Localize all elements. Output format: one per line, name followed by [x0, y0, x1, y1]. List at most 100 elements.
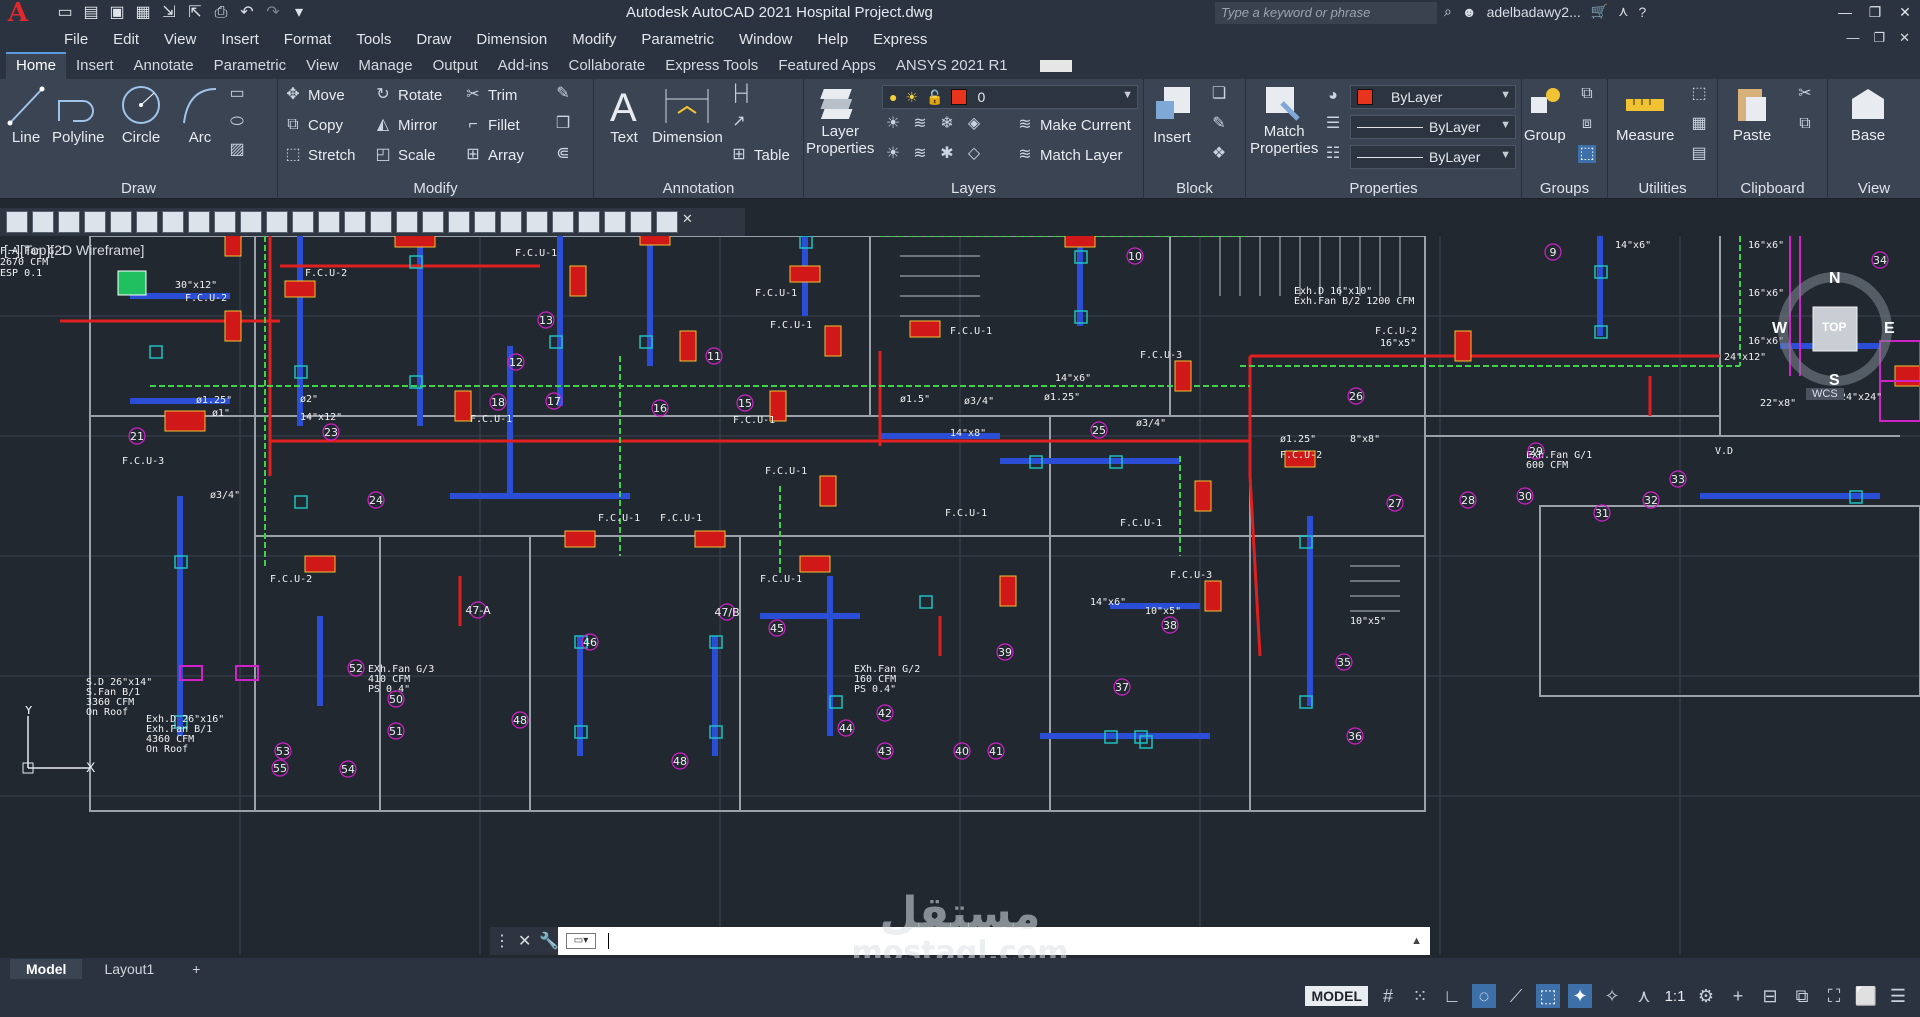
menu-express[interactable]: Express — [873, 31, 927, 48]
rotate-button[interactable]: ↻ Rotate — [374, 83, 442, 107]
menu-view[interactable]: View — [164, 31, 196, 48]
layer-unisolate-icon[interactable]: ≋ — [911, 145, 929, 163]
layer-properties-button[interactable]: Layer Properties — [806, 83, 874, 157]
help-icon[interactable]: ? — [1638, 4, 1646, 20]
tool-icon-2[interactable] — [32, 211, 54, 233]
tab-layout1[interactable]: Layout1 — [88, 959, 170, 979]
tool-icon-14[interactable] — [344, 211, 366, 233]
ribbon-minimize-toggle[interactable] — [1039, 60, 1072, 72]
tool-icon-10[interactable] — [240, 211, 262, 233]
autocad-logo[interactable]: A — [0, 0, 36, 28]
edit-block-icon[interactable]: ✎ — [1210, 115, 1228, 133]
text-button[interactable]: A Text — [606, 83, 642, 146]
scale-button[interactable]: ◰ Scale — [374, 143, 435, 167]
group-button[interactable]: Group — [1524, 83, 1566, 144]
circle-button[interactable]: Circle — [118, 83, 164, 146]
menu-modify[interactable]: Modify — [572, 31, 616, 48]
tool-icon-8[interactable] — [188, 211, 210, 233]
tab-view[interactable]: View — [296, 54, 348, 79]
line-button[interactable]: Line — [6, 83, 46, 146]
panel-clipboard-title[interactable]: Clipboard — [1718, 180, 1827, 197]
panel-layers-title[interactable]: Layers — [804, 180, 1143, 197]
erase-icon[interactable]: ✎ — [554, 85, 572, 103]
tool-icon-20[interactable] — [500, 211, 522, 233]
select-all-icon[interactable]: ▦ — [1690, 115, 1708, 133]
tool-icon-25[interactable] — [630, 211, 652, 233]
copy-clip-icon[interactable]: ⧉ — [1796, 115, 1814, 133]
make-current-button[interactable]: ≋ Make Current — [1016, 113, 1131, 137]
move-button[interactable]: ✥ Move — [284, 83, 344, 107]
tool-icon-9[interactable] — [214, 211, 236, 233]
color-wheel-icon[interactable]: ◕ — [1324, 87, 1342, 105]
tool-icon-15[interactable] — [370, 211, 392, 233]
menu-format[interactable]: Format — [284, 31, 332, 48]
tool-icon-4[interactable] — [84, 211, 106, 233]
isodraft-icon[interactable]: ⟋ — [1504, 984, 1528, 1008]
stretch-button[interactable]: ⬚ Stretch — [284, 143, 355, 167]
polyline-button[interactable]: Polyline — [52, 83, 105, 146]
layer-lock-tool-icon[interactable]: ◈ — [965, 115, 983, 133]
create-block-icon[interactable]: ❏ — [1210, 85, 1228, 103]
menu-draw[interactable]: Draw — [416, 31, 451, 48]
insert-button[interactable]: Insert — [1150, 83, 1194, 146]
tab-featured-apps[interactable]: Featured Apps — [768, 54, 886, 79]
menu-tools[interactable]: Tools — [356, 31, 391, 48]
annotation-visibility-icon[interactable]: ✦ — [1568, 984, 1592, 1008]
leader-icon[interactable]: ↗ — [730, 113, 748, 131]
color-dropdown[interactable]: ByLayer ▼ — [1350, 85, 1516, 109]
panel-view-title[interactable]: View — [1828, 180, 1920, 197]
polar-icon[interactable]: ◌ — [1472, 984, 1496, 1008]
tab-express-tools[interactable]: Express Tools — [655, 54, 768, 79]
layer-unlock-icon[interactable]: ◇ — [965, 145, 983, 163]
quick-properties-icon[interactable]: ⧉ — [1790, 984, 1814, 1008]
edit-attributes-icon[interactable]: ❖ — [1210, 145, 1228, 163]
mirror-button[interactable]: ◭ Mirror — [374, 113, 437, 137]
grip-icon[interactable]: ⋮ — [494, 931, 510, 951]
minimize-icon[interactable]: — — [1830, 0, 1860, 24]
undo-icon[interactable]: ↶ — [236, 2, 258, 24]
layer-freeze-tool-icon[interactable]: ❄ — [938, 115, 956, 133]
measure-button[interactable]: Measure — [1616, 83, 1674, 144]
offset-icon[interactable]: ⋐ — [554, 145, 572, 163]
layer-dropdown[interactable]: ● ☀ 🔓 0 ▼ — [882, 85, 1138, 109]
tool-icon-23[interactable] — [578, 211, 600, 233]
tool-icon-17[interactable] — [422, 211, 444, 233]
tool-icon-26[interactable] — [656, 211, 678, 233]
tab-model[interactable]: Model — [10, 959, 83, 979]
search-input[interactable]: Type a keyword or phrase — [1215, 2, 1437, 24]
snap-icon[interactable]: ⁙ — [1408, 984, 1432, 1008]
match-layer-button[interactable]: ≋ Match Layer — [1016, 143, 1122, 167]
tool-icon-21[interactable] — [526, 211, 548, 233]
open-icon[interactable]: ▤ — [80, 2, 102, 24]
tool-icon-12[interactable] — [292, 211, 314, 233]
tool-icon-6[interactable] — [136, 211, 158, 233]
rectangle-icon[interactable]: ▭ — [228, 85, 246, 103]
viewcube-top[interactable]: TOP — [1822, 320, 1846, 334]
tool-icon-22[interactable] — [552, 211, 574, 233]
tool-icon-3[interactable] — [58, 211, 80, 233]
tab-addins[interactable]: Add-ins — [488, 54, 559, 79]
tool-icon-1[interactable] — [6, 211, 28, 233]
panel-properties-title[interactable]: Properties — [1246, 180, 1521, 197]
menu-window[interactable]: Window — [739, 31, 792, 48]
lineweight-dropdown[interactable]: ByLayer ▼ — [1350, 115, 1516, 139]
layer-on-tool-icon[interactable]: ☀ — [884, 145, 902, 163]
layer-thaw-icon[interactable]: ✱ — [938, 145, 956, 163]
workspace-gear-icon[interactable]: ⚙ — [1694, 984, 1718, 1008]
tab-insert[interactable]: Insert — [66, 54, 124, 79]
arc-button[interactable]: Arc — [180, 83, 220, 146]
tab-ansys[interactable]: ANSYS 2021 R1 — [886, 54, 1018, 79]
saveas-icon[interactable]: ▦ — [132, 2, 154, 24]
customization-icon[interactable]: ☰ — [1886, 984, 1910, 1008]
explode-icon[interactable]: ❒ — [554, 115, 572, 133]
tab-parametric[interactable]: Parametric — [204, 54, 297, 79]
layer-isolate-icon[interactable]: ≋ — [911, 115, 929, 133]
customize-icon[interactable]: 🔧 — [539, 931, 559, 951]
array-button[interactable]: ⊞ Array — [464, 143, 524, 167]
tool-icon-24[interactable] — [604, 211, 626, 233]
copy-button[interactable]: ⧉ Copy — [284, 113, 343, 137]
hatch-icon[interactable]: ▨ — [228, 141, 246, 159]
close-icon[interactable]: ✕ — [1890, 0, 1920, 24]
close-command-icon[interactable]: ✕ — [518, 931, 531, 951]
viewport-controls[interactable]: [−][Top][2D Wireframe] — [4, 242, 144, 258]
